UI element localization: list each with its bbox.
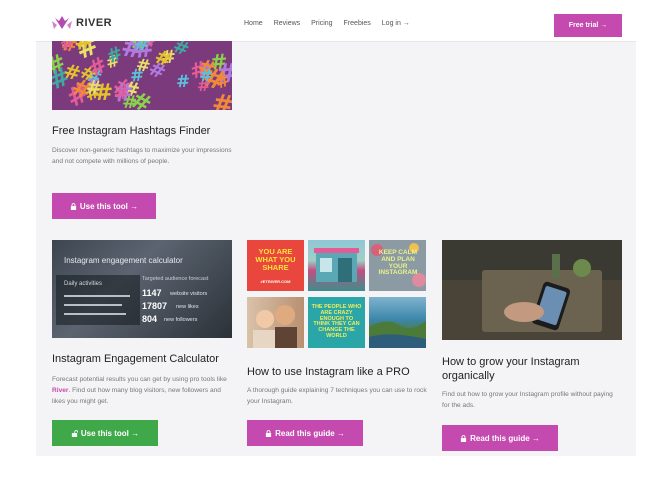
grow-button-label: Read this guide → [470,433,540,443]
hashtags-title[interactable]: Free Instagram Hashtags Finder [52,124,210,138]
coast-photo [369,321,426,348]
hashtag-glyph: # [175,71,191,93]
grow-instagram-image[interactable] [442,240,622,340]
collage-tile-text: YOU ARE WHAT YOU SHARE [255,247,296,272]
pro-button-label: Read this guide → [275,428,345,438]
phone-on-table-photo [442,240,622,340]
top-navbar: RIVER Home Reviews Pricing Freebies Log … [36,0,636,42]
nav-login[interactable]: Log in → [382,20,410,27]
hashtags-button-label: Use this tool → [79,201,139,211]
collage-tile-text: KEEP CALM AND PLAN YOUR INSTAGRAM [378,249,418,277]
free-trial-button[interactable]: Free trial → [554,14,622,37]
grow-guide-description: Find out how to grow your Instagram prof… [442,391,613,409]
activity-slider [64,304,122,306]
collage-tile[interactable]: KEEP CALM AND PLAN YOUR INSTAGRAM [369,240,426,291]
collage-tile-text: THE PEOPLE WHO ARE CRAZY ENOUGH TO THINK… [311,304,362,339]
calculator-desc-text: Forecast potential results you can get b… [52,376,227,383]
calculator-description: Forecast potential results you can get b… [52,374,234,407]
calculator-use-tool-button[interactable]: Use this tool → [52,420,158,446]
daily-activities-panel: Daily activities [56,275,140,325]
lock-icon [70,202,76,210]
calculator-desc-text: . Find out how many blog visitors, new f… [52,387,221,405]
collage-tile[interactable] [369,297,426,348]
pro-guide-description: A thorough guide explaining 7 techniques… [247,387,427,405]
stat-value: 1147 [142,288,162,298]
lock-icon [265,429,272,437]
stat-label: website visitors [170,291,208,297]
stat-value: 17807 [142,301,168,311]
forecast-label: Targeted audience forecast [142,276,209,282]
river-logo-icon [52,16,72,29]
logo-text: RIVER [76,17,113,29]
stat-label: new likes [176,304,199,310]
collage-tile[interactable] [308,240,365,291]
river-link[interactable]: River [52,387,69,394]
activity-slider [64,295,130,297]
grow-read-guide-button[interactable]: Read this guide → [442,425,558,451]
daily-activities-label: Daily activities [64,281,103,287]
nav-reviews[interactable]: Reviews [274,20,300,27]
nav-pricing[interactable]: Pricing [311,20,332,27]
activity-slider [64,313,126,315]
collage-tile[interactable] [247,297,304,348]
main-nav: Home Reviews Pricing Freebies Log in → [244,20,410,27]
pro-guide-title[interactable]: How to use Instagram like a PRO [247,365,410,379]
stat-value: 804 [142,314,158,324]
grow-guide-title[interactable]: How to grow your Instagram organically [442,355,622,383]
calculator-image[interactable]: Instagram engagement calculator Daily ac… [52,240,232,338]
calculator-button-label: Use this tool → [80,428,140,438]
stat-label: new followers [164,317,198,323]
nav-freebies[interactable]: Freebies [344,20,371,27]
hashtag-glyph: # [198,65,214,87]
collage-tile[interactable]: THE PEOPLE WHO ARE CRAZY ENOUGH TO THINK… [308,297,365,348]
storefront-image [314,248,359,282]
pro-read-guide-button[interactable]: Read this guide → [247,420,363,446]
hashtags-use-tool-button[interactable]: Use this tool → [52,193,156,219]
hashtag-glyph: # [85,76,103,100]
hashtags-description: Discover non-generic hashtags to maximiz… [52,147,232,165]
collage-tile-text: #ETRIVER.COM [260,279,291,284]
hashtags-image[interactable]: # # # # # # # # # # # # # # # # # # # # # # # # # # # # # # # # # # # # # # # #… [52,41,232,110]
lock-icon [460,434,467,442]
unlock-icon [71,429,78,437]
hashtag-glyph: # [113,82,130,105]
calculator-image-heading: Instagram engagement calculator [64,256,183,265]
nav-home[interactable]: Home [244,20,263,27]
calculator-title[interactable]: Instagram Engagement Calculator [52,352,219,366]
logo[interactable]: RIVER [52,16,112,30]
family-photo [253,305,297,348]
collage-tile[interactable]: YOU ARE WHAT YOU SHARE #ETRIVER.COM [247,240,304,291]
hashtag-glyph: # [132,41,153,57]
